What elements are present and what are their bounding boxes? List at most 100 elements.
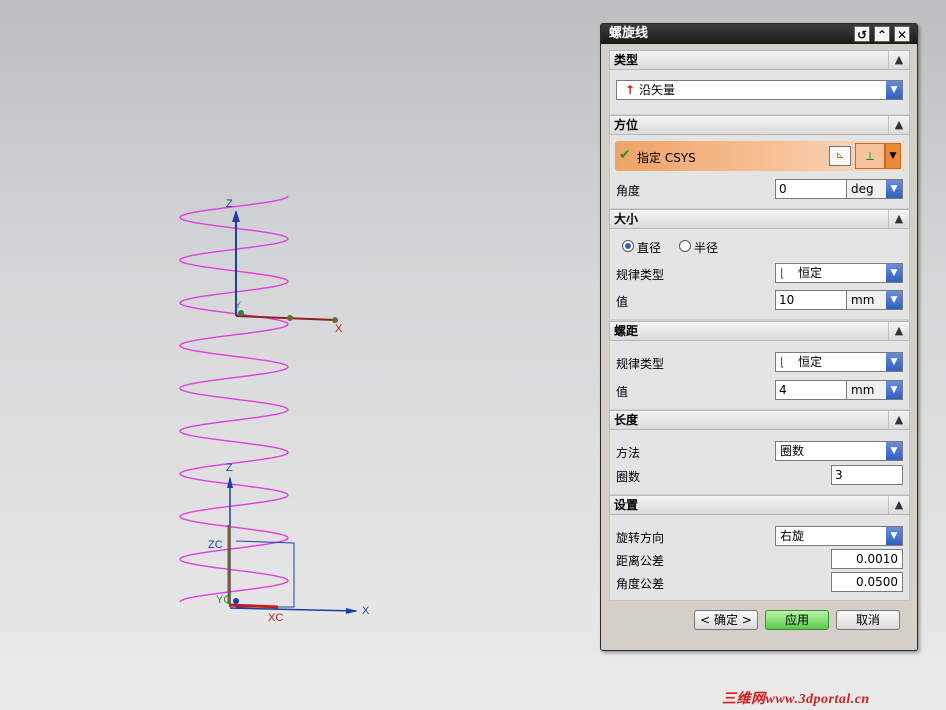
pitch-law-type-value: 恒定 [798,355,823,369]
yc-label: YC [216,594,232,606]
size-section-header[interactable]: 大小 ▲ [609,209,910,229]
chevron-down-icon[interactable]: ▼ [886,180,902,198]
settings-section-body: 旋转方向 右旋 ▼ 距离公差 0.0010 角度公差 0.0500 [609,515,910,601]
angle-tol-input[interactable]: 0.0500 [831,572,903,592]
rotation-value: 右旋 [780,529,805,543]
helix-scene [179,195,358,614]
diameter-radio[interactable] [622,240,634,252]
distance-tol-label: 距离公差 [616,554,665,568]
upper-z-arrowhead [232,210,240,222]
xc-label: XC [268,612,284,624]
wcs-origin [233,598,239,604]
chevron-up-icon[interactable]: ▲ [888,210,909,228]
turns-input[interactable]: 3 [831,465,903,485]
chevron-down-icon[interactable]: ▼ [886,442,902,460]
type-section-title: 类型 [614,53,639,67]
settings-section-header[interactable]: 设置 ▲ [609,495,910,515]
angle-unit[interactable]: deg ▼ [847,179,903,199]
pitch-unit[interactable]: mm ▼ [847,380,903,400]
size-law-type-value: 恒定 [798,266,823,280]
turns-label: 圈数 [616,470,641,484]
pitch-section-header[interactable]: 螺距 ▲ [609,321,910,341]
specify-csys-label: 指定 CSYS [637,151,696,165]
watermark: 三维网www.3dportal.cn [722,692,870,707]
size-section-title: 大小 [614,212,639,226]
apply-button[interactable]: 应用 [765,610,829,630]
upper-x-axis [235,315,336,321]
chevron-up-icon[interactable]: ▲ [888,116,909,134]
type-select-value: 沿矢量 [639,83,676,97]
chevron-up-icon[interactable]: ▲ [888,51,909,69]
reset-icon[interactable]: ↺ [854,26,870,42]
type-section-header[interactable]: 类型 ▲ [609,50,910,70]
method-label: 方法 [616,446,641,460]
method-select[interactable]: 圈数 ▼ [775,441,903,461]
lower-x-label: X [362,605,370,617]
length-section-title: 长度 [614,413,639,427]
size-unit-label: mm [851,293,875,307]
check-icon: ✔ [619,147,631,163]
size-unit[interactable]: mm ▼ [847,290,903,310]
upper-z-label: Z [226,198,233,210]
collapse-dialog-icon[interactable]: ⌃ [874,26,890,42]
xc-axis [228,603,279,609]
lower-x-arrowhead [346,608,358,614]
lower-x-axis [229,607,357,612]
pitch-value-input[interactable]: 4 [775,380,847,400]
csys-options-dropdown[interactable]: ▼ [885,143,901,169]
settings-section-title: 设置 [614,498,639,512]
zc-label: ZC [208,539,223,551]
size-law-type-label: 规律类型 [616,268,665,282]
cancel-button[interactable]: 取消 [836,610,900,630]
chevron-up-icon[interactable]: ▲ [888,496,909,514]
length-section-header[interactable]: 长度 ▲ [609,410,910,430]
orientation-section-body: ✔ 指定 CSYS ⊾ ⟂ ▼ 角度 0 deg ▼ [609,135,910,208]
chevron-up-icon[interactable]: ▲ [888,322,909,340]
pitch-section-title: 螺距 [614,324,639,338]
dialog-titlebar[interactable]: 螺旋线 ↺ ⌃ ✕ [601,24,917,44]
upper-x-handle [287,315,293,321]
graphics-viewport[interactable]: Z X Y Z X ZC XC YC [0,0,600,710]
ok-button[interactable]: < 确定 > [694,610,758,630]
csys-inferred-icon[interactable]: ⟂ [855,143,885,169]
helix-curve [179,195,289,603]
law-constant-icon: ⌊ [780,355,785,369]
distance-tol-input[interactable]: 0.0010 [831,549,903,569]
lower-z-label: Z [226,462,233,474]
radius-radio[interactable] [679,240,691,252]
rotation-select[interactable]: 右旋 ▼ [775,526,903,546]
pitch-section-body: 规律类型 ⌊ 恒定 ▼ 值 4 mm ▼ [609,341,910,409]
type-section-body: ↑ 沿矢量 ▼ [609,70,910,114]
chevron-down-icon[interactable]: ▼ [886,81,902,99]
orientation-section-header[interactable]: 方位 ▲ [609,115,910,135]
chevron-down-icon[interactable]: ▼ [886,291,902,309]
chevron-down-icon[interactable]: ▼ [886,353,902,371]
size-value-input[interactable]: 10 [775,290,847,310]
upper-y-label: Y [235,300,242,310]
radius-label: 半径 [694,241,719,255]
lower-z-arrowhead [227,476,233,488]
close-icon[interactable]: ✕ [894,26,910,42]
pitch-law-type-select[interactable]: ⌊ 恒定 ▼ [775,352,903,372]
chevron-down-icon[interactable]: ▼ [886,264,902,282]
csys-dialog-icon[interactable]: ⊾ [829,146,851,166]
specify-csys-row[interactable]: ✔ 指定 CSYS ⊾ ⟂ ▼ [615,141,905,171]
chevron-down-icon[interactable]: ▼ [886,381,902,399]
size-section-body: 直径 半径 规律类型 ⌊ 恒定 ▼ 值 10 mm ▼ [609,229,910,319]
helix-dialog: 螺旋线 ↺ ⌃ ✕ 类型 ▲ ↑ 沿矢量 ▼ 方位 ▲ ✔ 指定 CSYS ⊾ … [600,23,918,651]
angle-input[interactable]: 0 [775,179,847,199]
angle-label: 角度 [616,184,641,198]
angle-unit-label: deg [851,182,874,196]
pitch-unit-label: mm [851,383,875,397]
orientation-section-title: 方位 [614,118,639,132]
type-select[interactable]: ↑ 沿矢量 ▼ [616,80,903,100]
upper-origin [238,310,244,316]
rotation-label: 旋转方向 [616,531,665,545]
chevron-up-icon[interactable]: ▲ [888,411,909,429]
diameter-label: 直径 [637,241,662,255]
dialog-title: 螺旋线 [609,26,649,41]
size-law-type-select[interactable]: ⌊ 恒定 ▼ [775,263,903,283]
method-value: 圈数 [780,444,805,458]
angle-tol-label: 角度公差 [616,577,665,591]
chevron-down-icon[interactable]: ▼ [886,527,902,545]
